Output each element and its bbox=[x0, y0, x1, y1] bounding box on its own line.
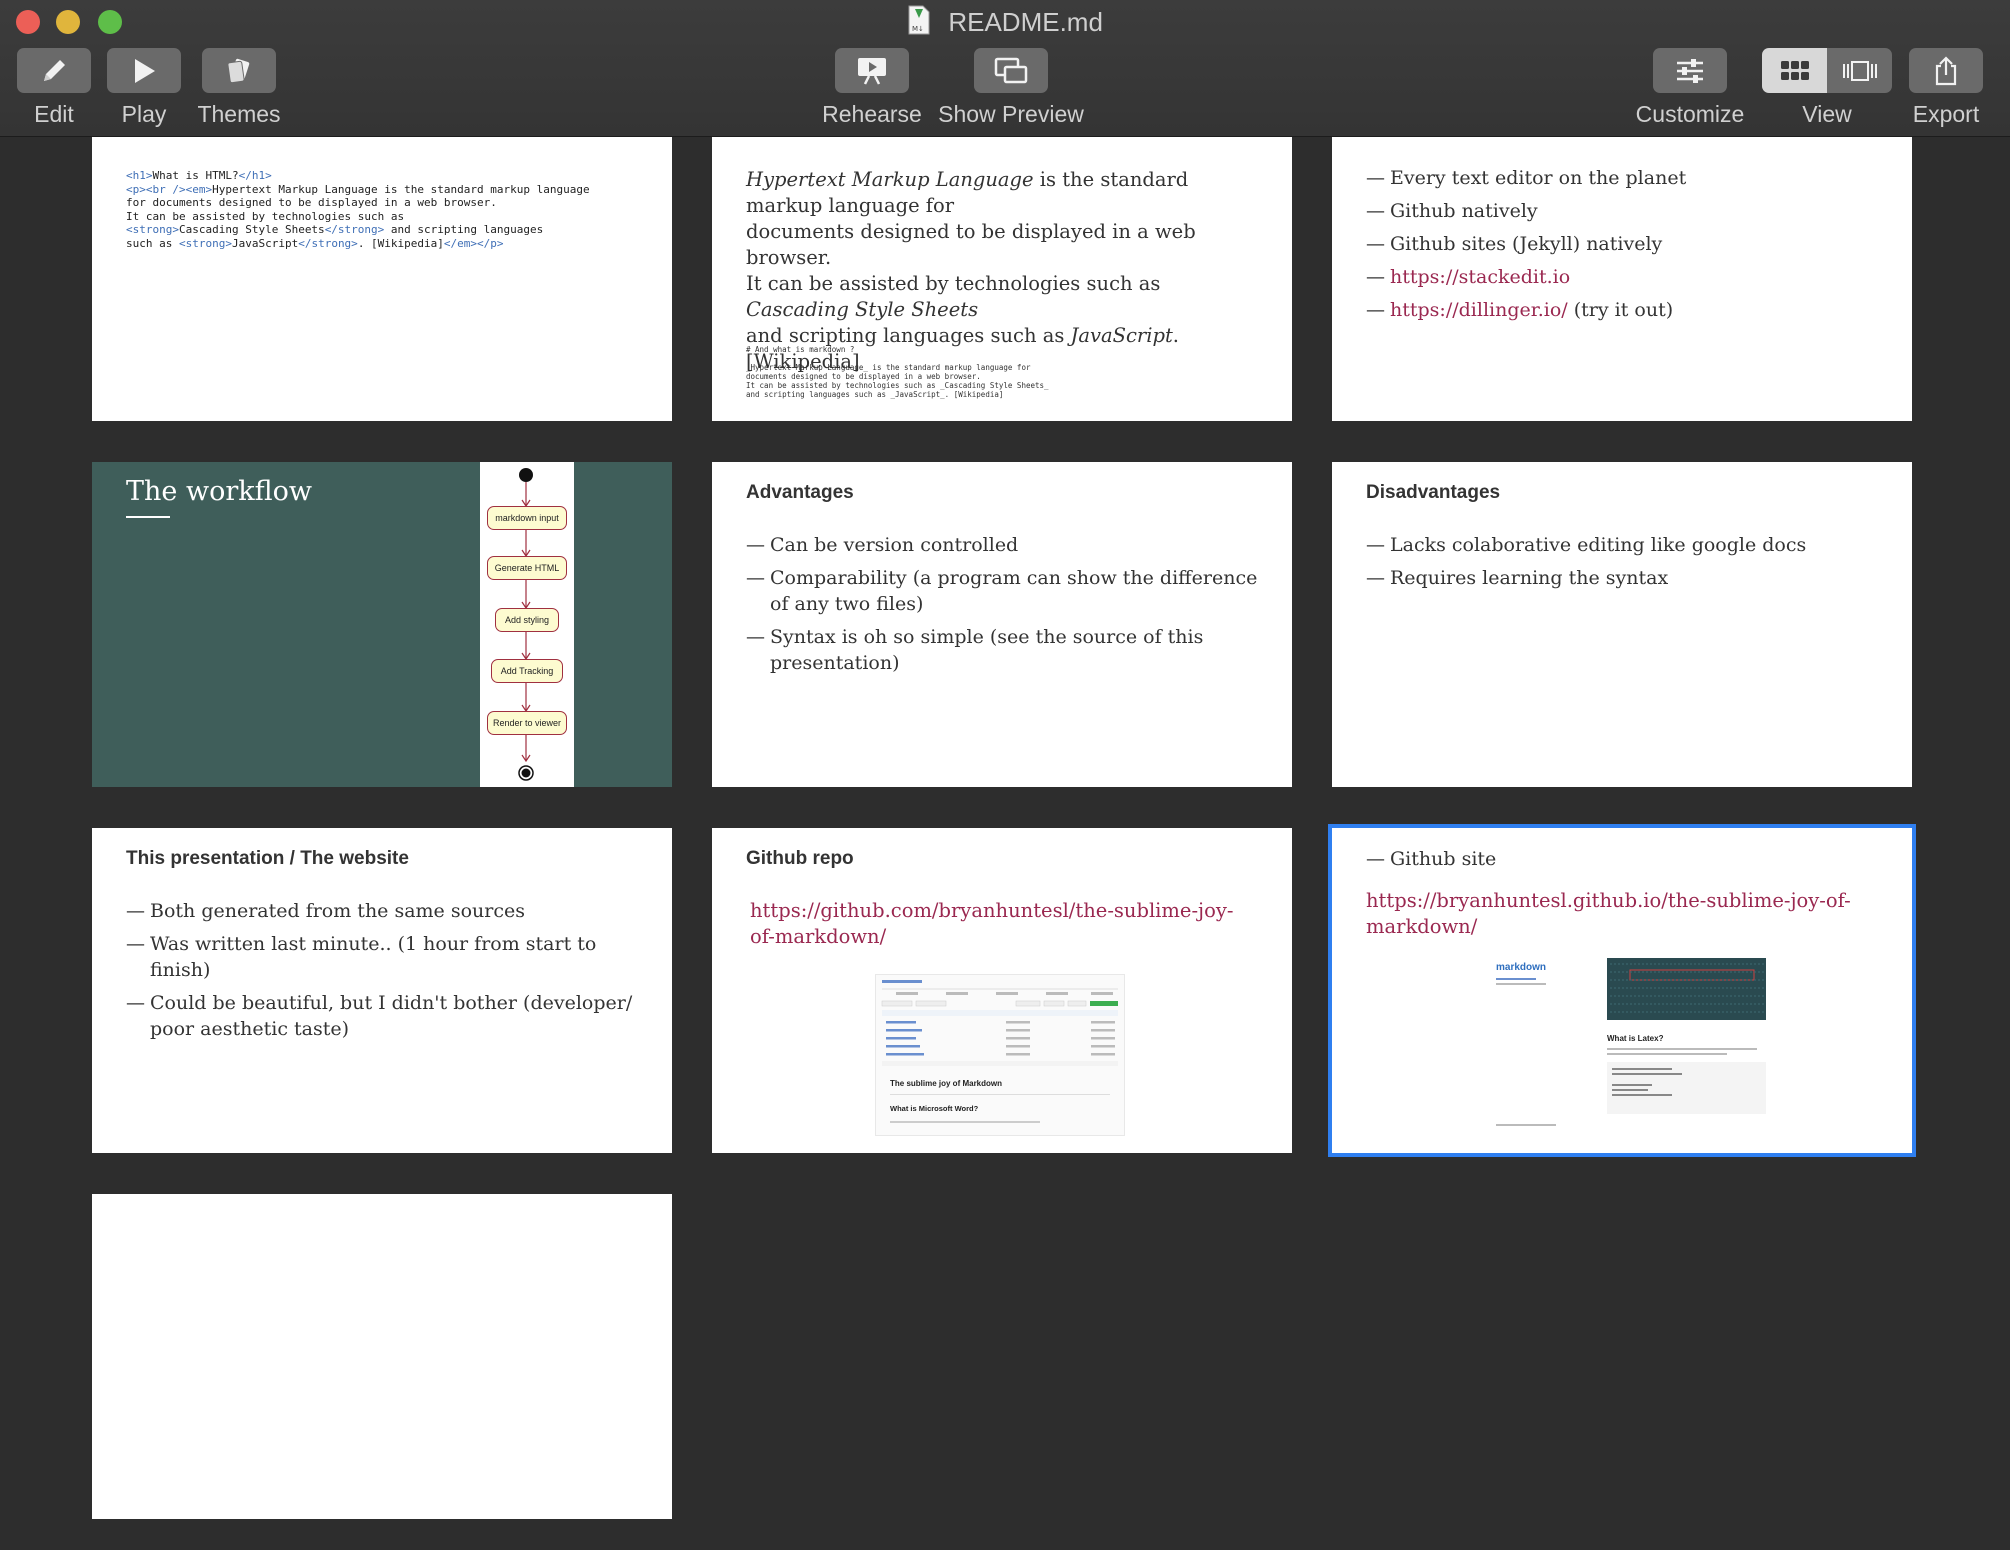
slide-heading: Github repo bbox=[746, 848, 854, 869]
markdown-code-block: # And what is markdown ? _Hypertext Mark… bbox=[746, 345, 1049, 399]
list-item: Github site bbox=[1366, 846, 1886, 872]
list-item: Syntax is oh so simple (see the source o… bbox=[746, 624, 1266, 676]
slide-thumbnail-workflow[interactable]: The workflow markdown input Generate HTM… bbox=[92, 462, 672, 787]
rendered-paragraph: Hypertext Markup Language is the standar… bbox=[746, 168, 1196, 373]
window-title: README.md bbox=[948, 7, 1103, 37]
dillinger-link[interactable]: https://dillinger.io/ bbox=[1390, 299, 1568, 321]
slide-thumbnail-html-code[interactable]: <h1>What is HTML?</h1> <p><br /><em>Hype… bbox=[92, 137, 672, 421]
carousel-icon bbox=[1842, 60, 1877, 81]
disadvantages-list: Lacks colaborative editing like google d… bbox=[1366, 532, 1886, 598]
slide-heading: Disadvantages bbox=[1366, 482, 1501, 503]
github-site-link[interactable]: https://bryanhuntesl.github.io/the-subli… bbox=[1366, 888, 1866, 940]
play-label: Play bbox=[121, 101, 167, 127]
title-bar: M↓ README.md Edit Play Themes Rehearse S… bbox=[0, 0, 2010, 137]
slide-heading: This presentation / The website bbox=[126, 848, 409, 869]
workflow-node: Add Tracking bbox=[491, 659, 563, 683]
grid-view-button[interactable] bbox=[1762, 48, 1827, 93]
readme-text-line bbox=[890, 1121, 1040, 1123]
app-window: M↓ README.md Edit Play Themes Rehearse S… bbox=[0, 0, 2010, 1550]
stackedit-link[interactable]: https://stackedit.io bbox=[1390, 266, 1570, 288]
view-label: View bbox=[1802, 101, 1852, 127]
preview-windows-icon bbox=[994, 57, 1028, 83]
site-page-mock bbox=[1496, 958, 1766, 1126]
slide-thumbnail-github-repo[interactable]: Github repo https://github.com/bryanhunt… bbox=[712, 828, 1292, 1153]
show-preview-button[interactable]: Show Preview bbox=[936, 48, 1086, 128]
share-icon bbox=[1935, 55, 1957, 85]
list-item: Github natively bbox=[1366, 198, 1896, 224]
editors-list: Every text editor on the planet Github n… bbox=[1366, 165, 1896, 330]
list-item: Lacks colaborative editing like google d… bbox=[1366, 532, 1886, 558]
workflow-title: The workflow bbox=[126, 476, 312, 507]
list-item: Could be beautiful, but I didn't bother … bbox=[126, 990, 646, 1042]
edit-button[interactable]: Edit bbox=[16, 48, 92, 128]
list-item: Every text editor on the planet bbox=[1366, 165, 1896, 191]
site-screenshot-subtitle: What is Latex? bbox=[1607, 1034, 1664, 1043]
slide-view-button[interactable] bbox=[1827, 48, 1892, 93]
slide-thumbnail-disadvantages[interactable]: Disadvantages Lacks colaborative editing… bbox=[1332, 462, 1912, 787]
workflow-node: markdown input bbox=[487, 506, 567, 530]
list-item: Was written last minute.. (1 hour from s… bbox=[126, 931, 646, 983]
slide-thumbnail-what-is-markdown[interactable]: Hypertext Markup Language is the standar… bbox=[712, 137, 1292, 421]
slide-thumbnail-blank[interactable] bbox=[92, 1194, 672, 1519]
slide-thumbnail-advantages[interactable]: Advantages Can be version controlled Com… bbox=[712, 462, 1292, 787]
slide-thumbnail-this-presentation[interactable]: This presentation / The website Both gen… bbox=[92, 828, 672, 1153]
repo-page-mock bbox=[881, 980, 1118, 1066]
list-item: https://stackedit.io bbox=[1366, 264, 1896, 290]
export-label: Export bbox=[1912, 101, 1980, 127]
github-repo-link[interactable]: https://github.com/bryanhuntesl/the-subl… bbox=[746, 898, 1250, 950]
play-icon bbox=[135, 58, 155, 83]
slide-heading: Advantages bbox=[746, 482, 854, 503]
themes-icon bbox=[227, 58, 250, 83]
list-item: Github sites (Jekyll) natively bbox=[1366, 231, 1896, 257]
repo-readme-subtitle: What is Microsoft Word? bbox=[890, 1104, 979, 1113]
github-repo-screenshot: The sublime joy of Markdown What is Micr… bbox=[875, 974, 1125, 1136]
workflow-node: Add styling bbox=[495, 608, 559, 632]
markdown-document-icon: M↓ bbox=[907, 5, 931, 44]
play-button[interactable]: Play bbox=[106, 48, 182, 128]
repo-readme-title: The sublime joy of Markdown bbox=[890, 1079, 1003, 1088]
list-item: Comparability (a program can show the di… bbox=[746, 565, 1266, 617]
list-item: Requires learning the syntax bbox=[1366, 565, 1886, 591]
list-item: Both generated from the same sources bbox=[126, 898, 646, 924]
slide-grid: <h1>What is HTML?</h1> <p><br /><em>Hype… bbox=[0, 137, 2010, 1550]
customize-label: Customize bbox=[1635, 101, 1745, 127]
html-code-block: <h1>What is HTML?</h1> <p><br /><em>Hype… bbox=[126, 169, 590, 250]
list-item: https://dillinger.io/ (try it out) bbox=[1366, 297, 1896, 323]
themes-button[interactable]: Themes bbox=[196, 48, 282, 128]
edit-label: Edit bbox=[34, 101, 74, 127]
grid-icon bbox=[1780, 60, 1809, 80]
advantages-list: Can be version controlled Comparability … bbox=[746, 532, 1266, 683]
workflow-node: Generate HTML bbox=[487, 556, 567, 580]
workflow-diagram: markdown input Generate HTML Add styling… bbox=[480, 462, 574, 787]
rehearse-icon bbox=[858, 57, 886, 85]
pencil-icon bbox=[44, 59, 65, 81]
readme-divider bbox=[890, 1094, 1110, 1095]
rehearse-label: Rehearse bbox=[822, 101, 922, 127]
show-preview-label: Show Preview bbox=[938, 101, 1084, 127]
list-item: Can be version controlled bbox=[746, 532, 1266, 558]
export-button[interactable]: Export bbox=[1904, 48, 1988, 128]
github-site-list: Github site bbox=[1366, 846, 1886, 879]
slide-thumbnail-github-site-selected[interactable]: Github site https://bryanhuntesl.github.… bbox=[1328, 824, 1916, 1157]
themes-label: Themes bbox=[197, 101, 281, 127]
view-control: View bbox=[1762, 48, 1892, 128]
presentation-list: Both generated from the same sources Was… bbox=[126, 898, 646, 1049]
title-underline bbox=[126, 516, 170, 518]
sliders-icon bbox=[1677, 58, 1703, 83]
customize-button[interactable]: Customize bbox=[1632, 48, 1748, 128]
slide-thumbnail-supported-editors[interactable]: Every text editor on the planet Github n… bbox=[1332, 137, 1912, 421]
window-title-area: M↓ README.md bbox=[0, 4, 2010, 44]
rehearse-button[interactable]: Rehearse bbox=[822, 48, 922, 128]
workflow-node: Render to viewer bbox=[487, 711, 567, 735]
github-site-screenshot: markdown What is Latex? bbox=[1490, 958, 1766, 1133]
svg-text:M↓: M↓ bbox=[912, 25, 924, 33]
